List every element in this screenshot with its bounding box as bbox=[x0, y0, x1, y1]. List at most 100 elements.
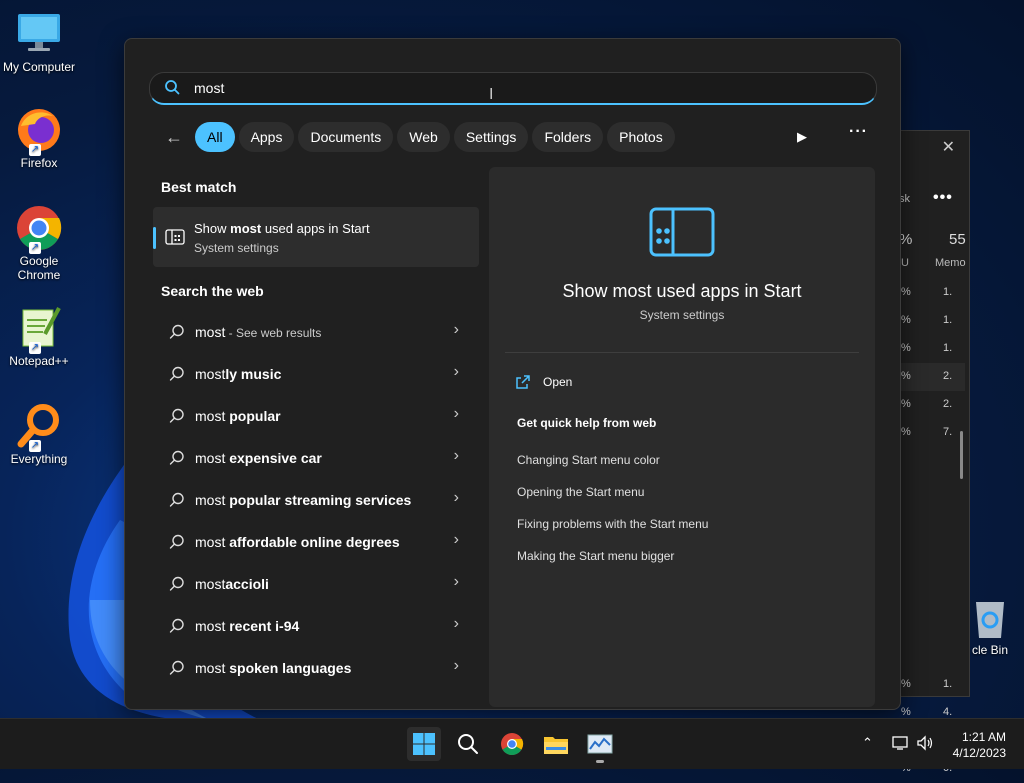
chrome-icon: ↗ bbox=[15, 204, 63, 254]
close-icon[interactable]: ✕ bbox=[942, 137, 955, 157]
search-icon bbox=[169, 492, 184, 507]
search-web-heading: Search the web bbox=[161, 283, 264, 299]
desktop-icon-label: cle Bin bbox=[971, 643, 1009, 657]
detail-subtitle: System settings bbox=[639, 308, 725, 322]
web-suggestion-item[interactable]: most spoken languages › bbox=[153, 647, 479, 689]
desktop-icon-label: Everything bbox=[10, 452, 68, 466]
web-suggestion-item[interactable]: most affordable online degrees › bbox=[153, 521, 479, 563]
filter-settings[interactable]: Settings bbox=[453, 122, 529, 152]
search-icon bbox=[169, 576, 184, 591]
table-row[interactable] bbox=[895, 531, 965, 559]
chevron-right-icon: › bbox=[453, 489, 459, 506]
taskbar-task-manager-button[interactable] bbox=[583, 727, 617, 763]
running-indicator bbox=[596, 760, 604, 763]
clock-date: 4/12/2023 bbox=[952, 746, 1006, 760]
show-hidden-icons-chevron-icon[interactable]: ⌃ bbox=[862, 735, 873, 751]
table-row[interactable]: %1. bbox=[895, 335, 965, 363]
table-row[interactable]: %1. bbox=[895, 671, 965, 699]
firefox-icon: ↗ bbox=[15, 106, 63, 156]
chevron-right-icon: › bbox=[453, 321, 459, 338]
back-arrow-icon[interactable]: ← bbox=[161, 124, 187, 150]
taskbar-search-button[interactable] bbox=[451, 727, 485, 761]
taskbar-chrome-button[interactable] bbox=[495, 727, 529, 761]
settings-layout-icon bbox=[649, 207, 715, 257]
web-result-item[interactable]: most - See web results › bbox=[153, 311, 479, 353]
start-search-panel: I ← All Apps Documents Web Settings Fold… bbox=[124, 38, 901, 710]
search-icon bbox=[458, 734, 478, 754]
desktop-icon-notepadpp[interactable]: ↗ Notepad++ bbox=[0, 304, 78, 368]
desktop-icon-everything[interactable]: ↗ Everything bbox=[0, 402, 78, 466]
text-cursor-icon: I bbox=[489, 86, 494, 103]
play-more-filters-icon[interactable]: ▶ bbox=[797, 129, 807, 145]
filter-apps[interactable]: Apps bbox=[238, 122, 295, 152]
computer-icon bbox=[15, 10, 63, 58]
search-icon bbox=[169, 660, 184, 675]
web-suggestion-item[interactable]: mostaccioli › bbox=[153, 563, 479, 605]
help-link[interactable]: Making the Start menu bigger bbox=[517, 549, 674, 563]
table-row[interactable]: % 2. bbox=[895, 391, 965, 419]
scrollbar[interactable] bbox=[960, 431, 963, 479]
more-options-icon[interactable]: ··· bbox=[849, 123, 868, 141]
filter-photos[interactable]: Photos bbox=[607, 122, 675, 152]
volume-icon[interactable] bbox=[916, 735, 934, 751]
table-row[interactable] bbox=[895, 559, 965, 587]
chrome-icon bbox=[501, 733, 524, 755]
more-icon[interactable]: ••• bbox=[933, 189, 953, 207]
task-manager-icon bbox=[587, 734, 613, 754]
search-icon bbox=[169, 366, 184, 381]
help-link[interactable]: Opening the Start menu bbox=[517, 485, 644, 499]
table-row[interactable]: %1. bbox=[895, 279, 965, 307]
taskbar-explorer-button[interactable] bbox=[539, 727, 573, 761]
table-row[interactable]: %1. bbox=[895, 307, 965, 335]
chevron-right-icon: › bbox=[453, 531, 459, 548]
clock[interactable]: 1:21 AM 4/12/2023 bbox=[953, 729, 1006, 761]
filter-all[interactable]: All bbox=[195, 122, 235, 152]
chevron-right-icon: › bbox=[453, 657, 459, 674]
table-row[interactable]: % 7. bbox=[895, 419, 965, 447]
web-suggestion-item[interactable]: most popular › bbox=[153, 395, 479, 437]
divider bbox=[505, 352, 859, 353]
clock-time: 1:21 AM bbox=[961, 730, 1006, 744]
tm-cpu-header[interactable]: % bbox=[899, 231, 912, 248]
table-row[interactable] bbox=[895, 503, 965, 531]
best-match-item[interactable]: Show most used apps in Start System sett… bbox=[153, 207, 479, 267]
network-icon[interactable] bbox=[892, 735, 910, 751]
taskbar: ⌃ 1:21 AM 4/12/2023 bbox=[0, 718, 1024, 769]
search-icon bbox=[169, 408, 184, 423]
best-match-subtitle: System settings bbox=[194, 241, 279, 255]
search-icon bbox=[169, 450, 184, 465]
web-suggestion-item[interactable]: most popular streaming services › bbox=[153, 479, 479, 521]
help-link[interactable]: Changing Start menu color bbox=[517, 453, 660, 467]
shortcut-arrow-icon: ↗ bbox=[29, 342, 41, 354]
filter-documents[interactable]: Documents bbox=[298, 122, 394, 152]
search-icon bbox=[169, 618, 184, 633]
desktop-icon-firefox[interactable]: ↗ Firefox bbox=[0, 106, 78, 170]
web-suggestion-item[interactable]: most expensive car › bbox=[153, 437, 479, 479]
search-input[interactable] bbox=[192, 77, 696, 99]
table-row[interactable] bbox=[895, 475, 965, 503]
tm-memory-label: Memo bbox=[935, 257, 966, 269]
search-box[interactable] bbox=[149, 72, 877, 105]
filter-folders[interactable]: Folders bbox=[532, 122, 604, 152]
web-suggestion-item[interactable]: mostly music › bbox=[153, 353, 479, 395]
web-suggestion-item[interactable]: most recent i-94 › bbox=[153, 605, 479, 647]
quick-help-heading: Get quick help from web bbox=[517, 416, 657, 430]
shortcut-arrow-icon: ↗ bbox=[29, 242, 41, 254]
desktop-icon-recycle-bin[interactable]: cle Bin bbox=[955, 596, 1024, 657]
start-button[interactable] bbox=[407, 727, 441, 761]
tm-memory-header[interactable]: 55 bbox=[949, 231, 966, 248]
search-icon bbox=[165, 80, 180, 95]
results-list: Best match Show most used apps in Start … bbox=[153, 169, 479, 689]
help-link[interactable]: Fixing problems with the Start menu bbox=[517, 517, 708, 531]
search-icon bbox=[169, 534, 184, 549]
desktop-icon-label: Notepad++ bbox=[9, 354, 69, 368]
filter-web[interactable]: Web bbox=[397, 122, 450, 152]
table-row[interactable]: % 2. bbox=[895, 363, 965, 391]
open-label: Open bbox=[543, 375, 573, 389]
desktop-icon-chrome[interactable]: ↗ Google Chrome bbox=[0, 204, 78, 282]
chevron-right-icon: › bbox=[453, 573, 459, 590]
open-action[interactable]: Open bbox=[515, 374, 572, 390]
desktop-icon-my-computer[interactable]: My Computer bbox=[0, 10, 78, 74]
table-row[interactable] bbox=[895, 447, 965, 475]
best-match-heading: Best match bbox=[161, 179, 237, 195]
